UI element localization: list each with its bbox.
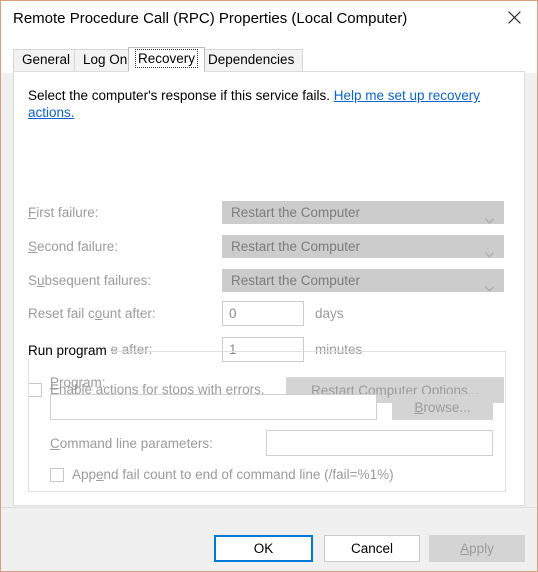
append-fail-count-label-after: nd fail count to end of command line (/f… (103, 467, 394, 482)
first-failure-value: Restart the Computer (231, 205, 361, 220)
first-failure-label: First failure: (28, 205, 99, 220)
subsequent-failures-mnemonic: u (37, 273, 45, 288)
second-failure-combobox[interactable]: Restart the Computer (222, 235, 504, 258)
run-program-legend: Run program (24, 343, 111, 358)
second-failure-mnemonic: S (28, 239, 38, 254)
cancel-button[interactable]: Cancel (324, 535, 420, 562)
chevron-down-icon (485, 245, 494, 258)
append-fail-count-checkbox-row[interactable]: Append fail count to end of command line… (50, 467, 394, 482)
reset-fail-count-value: 0 (229, 306, 237, 321)
first-failure-label-text: irst failure: (36, 205, 99, 220)
append-fail-count-checkbox[interactable] (50, 467, 64, 482)
apply-label: pply (469, 541, 494, 556)
browse-label: rowse... (423, 399, 471, 415)
subsequent-failures-value: Restart the Computer (231, 273, 361, 288)
command-line-label-text: ommand line parameters: (59, 436, 213, 451)
chevron-down-icon (485, 211, 494, 224)
dialog-footer: OK Cancel Apply (1, 507, 537, 571)
browse-mnemonic: B (414, 399, 424, 415)
subsequent-failures-combobox[interactable]: Restart the Computer (222, 269, 504, 292)
tab-recovery[interactable]: Recovery (128, 47, 206, 72)
reset-fail-count-label-after: unt after: (102, 306, 156, 321)
reset-fail-count-label: Reset fail count after: (28, 306, 156, 321)
tab-strip: General Log On Recovery Dependencies (1, 39, 537, 73)
program-label: Program: (50, 375, 106, 390)
close-button[interactable] (491, 1, 537, 33)
reset-fail-count-unit: days (315, 306, 344, 321)
second-failure-label: Second failure: (28, 239, 118, 254)
program-mnemonic: P (50, 375, 60, 390)
browse-button[interactable]: Browse... (392, 394, 493, 420)
append-fail-count-label: Append fail count to end of command line… (72, 467, 394, 482)
second-failure-value: Restart the Computer (231, 239, 361, 254)
second-failure-label-text: econd failure: (37, 239, 119, 254)
recovery-description: Select the computer's response if this s… (28, 87, 508, 121)
command-line-parameters-input[interactable] (266, 430, 493, 456)
tab-general[interactable]: General (13, 49, 80, 71)
tab-log-on-label: Log On (83, 52, 128, 67)
first-failure-mnemonic: F (28, 205, 37, 220)
command-line-mnemonic: C (50, 436, 60, 451)
apply-button[interactable]: Apply (429, 535, 525, 562)
ok-button[interactable]: OK (214, 535, 313, 562)
tab-recovery-label: Recovery (134, 49, 199, 68)
service-properties-dialog: Remote Procedure Call (RPC) Properties (… (0, 0, 538, 572)
tab-dependencies[interactable]: Dependencies (199, 49, 304, 71)
tab-log-on[interactable]: Log On (74, 49, 137, 71)
tab-dependencies-label: Dependencies (208, 52, 295, 67)
subsequent-failures-label: Subsequent failures: (28, 273, 151, 288)
subsequent-failures-label-text: bsequent failures: (44, 273, 152, 288)
subsequent-failures-label-before: S (28, 273, 38, 288)
append-fail-count-label-before: App (72, 467, 97, 482)
program-input[interactable] (50, 394, 377, 420)
tab-general-label: General (22, 52, 71, 67)
recovery-tab-panel: Select the computer's response if this s… (13, 71, 525, 506)
append-fail-count-mnemonic: e (96, 467, 104, 482)
reset-fail-count-input[interactable]: 0 (222, 301, 304, 326)
chevron-down-icon (485, 279, 494, 292)
command-line-parameters-label: Command line parameters: (50, 436, 213, 451)
close-icon (507, 10, 521, 24)
apply-mnemonic: A (460, 541, 470, 556)
window-title: Remote Procedure Call (RPC) Properties (… (13, 10, 408, 27)
first-failure-combobox[interactable]: Restart the Computer (222, 201, 504, 224)
program-label-text: rogram: (59, 375, 106, 390)
title-bar: Remote Procedure Call (RPC) Properties (… (1, 1, 537, 39)
recovery-description-text: Select the computer's response if this s… (28, 88, 330, 103)
reset-fail-count-label-before: Reset fail c (28, 306, 95, 321)
